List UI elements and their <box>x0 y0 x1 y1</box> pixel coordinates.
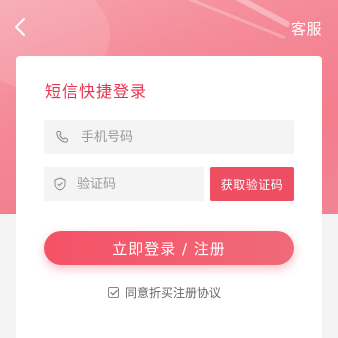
agreement-checkbox[interactable] <box>108 287 119 298</box>
chevron-left-icon <box>15 18 25 36</box>
phone-field[interactable] <box>44 120 294 154</box>
top-bar: 客服 <box>0 0 338 56</box>
shield-check-icon <box>53 175 67 193</box>
phone-input[interactable] <box>81 129 231 145</box>
page-title: 短信快捷登录 <box>45 82 148 101</box>
agreement-row: 同意折买注册协议 <box>108 284 221 301</box>
login-card: 短信快捷登录 获取验证码 立即登录 / 注册 同意折买注册协议 <box>16 56 322 338</box>
get-code-button[interactable]: 获取验证码 <box>210 167 294 201</box>
login-register-button[interactable]: 立即登录 / 注册 <box>44 231 294 265</box>
phone-icon <box>53 128 71 146</box>
customer-service-button[interactable]: 客服 <box>291 18 322 39</box>
agreement-label[interactable]: 同意折买注册协议 <box>125 284 221 301</box>
code-input[interactable] <box>77 176 227 192</box>
code-field[interactable] <box>44 167 227 201</box>
back-button[interactable] <box>10 16 32 38</box>
